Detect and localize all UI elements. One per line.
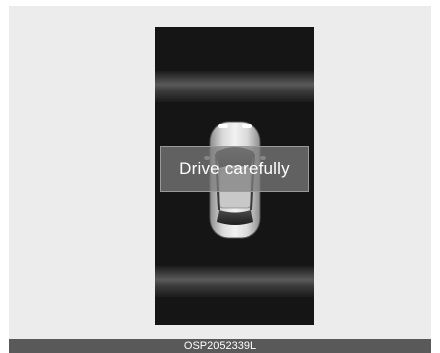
figure-code: OSP2052339L: [183, 340, 257, 352]
road-band-bottom: [155, 266, 314, 297]
cluster-display: Drive carefully: [155, 27, 314, 325]
message-text: Drive carefully: [179, 159, 290, 178]
message-box: Drive carefully: [160, 146, 309, 192]
caption-bar: OSP2052339L: [9, 339, 431, 353]
road-band-top: [155, 71, 314, 102]
figure-panel: Drive carefully: [9, 6, 431, 339]
